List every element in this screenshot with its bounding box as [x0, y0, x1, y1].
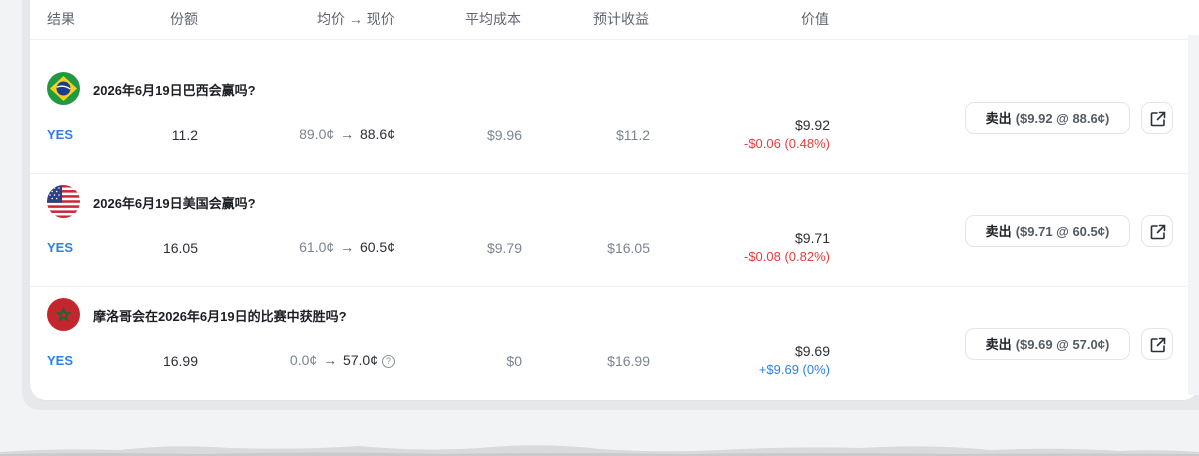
- avg-price: 61.0¢: [299, 239, 335, 255]
- position-value: $9.71: [794, 230, 830, 246]
- header-outcome: 结果: [47, 11, 75, 27]
- market-title[interactable]: 摩洛哥会在2026年6月19日的比赛中获胜吗?: [93, 306, 347, 325]
- sell-label: 卖出: [985, 111, 1012, 126]
- sell-label: 卖出: [985, 224, 1012, 239]
- outcome-label: YES: [47, 127, 74, 142]
- table-row: 摩洛哥会在2026年6月19日的比赛中获胜吗? YES 16.99 0.0¢ →…: [30, 286, 1199, 399]
- avg-price: 0.0¢: [289, 352, 318, 368]
- scrollbar-track[interactable]: [1188, 35, 1199, 395]
- arrow-icon: →: [340, 239, 355, 255]
- sell-detail: ($9.69 @ 57.0¢): [1015, 337, 1110, 352]
- table-row: 2026年6月19日美国会赢吗? YES 16.05 61.0¢ → 60.5¢…: [30, 173, 1199, 287]
- avg-cost-value: $9.79: [486, 240, 522, 256]
- market-title[interactable]: 2026年6月19日巴西会赢吗?: [93, 80, 256, 99]
- external-link-icon: [1150, 111, 1166, 127]
- background-mountain-decoration: [0, 445, 1199, 456]
- shares-value: 16.05: [162, 240, 198, 256]
- header-price: 均价 → 现价: [317, 11, 395, 27]
- arrow-icon: →: [323, 352, 338, 368]
- expected-return-value: $11.2: [616, 127, 650, 143]
- price-cell: 89.0¢ → 88.6¢: [260, 126, 395, 142]
- shares-value: 11.2: [171, 127, 198, 143]
- price-cell: 0.0¢ → 57.0¢?: [257, 352, 395, 368]
- morocco-flag-icon: [47, 298, 80, 331]
- positions-card: 结果 份额 均价 → 现价 平均成本 预计收益 价值 2026年6月19日巴西会…: [30, 0, 1199, 400]
- avg-cost-value: $9.96: [486, 127, 522, 143]
- header-shares: 份额: [170, 11, 198, 27]
- outcome-label: YES: [47, 240, 74, 255]
- sell-button[interactable]: 卖出 ($9.71 @ 60.5¢): [965, 215, 1130, 247]
- header-expected-return: 预计收益: [593, 11, 649, 27]
- arrow-icon: →: [340, 126, 355, 142]
- external-link-icon: [1150, 337, 1166, 353]
- outcome-label: YES: [47, 353, 74, 368]
- help-icon[interactable]: ?: [382, 355, 395, 368]
- market-title[interactable]: 2026年6月19日美国会赢吗?: [93, 193, 256, 212]
- position-value: $9.69: [794, 343, 830, 359]
- shares-value: 16.99: [162, 353, 198, 369]
- current-price: 60.5¢: [359, 239, 395, 255]
- header-value: 价值: [801, 11, 829, 27]
- sell-button[interactable]: 卖出 ($9.69 @ 57.0¢): [965, 328, 1130, 360]
- external-link-button[interactable]: [1141, 102, 1173, 134]
- value-change: -$0.08 (0.82%): [744, 249, 830, 264]
- sell-detail: ($9.92 @ 88.6¢): [1015, 111, 1110, 126]
- external-link-button[interactable]: [1141, 215, 1173, 247]
- current-price: 57.0¢: [342, 352, 378, 368]
- external-link-icon: [1150, 224, 1166, 240]
- sell-label: 卖出: [985, 337, 1012, 352]
- external-link-button[interactable]: [1141, 328, 1173, 360]
- avg-price: 89.0¢: [299, 126, 335, 142]
- brazil-flag-icon: [47, 72, 80, 105]
- value-change: -$0.06 (0.48%): [744, 136, 830, 151]
- expected-return-value: $16.99: [607, 353, 650, 369]
- value-change: +$9.69 (0%): [758, 362, 830, 377]
- position-value: $9.92: [794, 117, 830, 133]
- expected-return-value: $16.05: [607, 240, 650, 256]
- avg-cost-value: $0: [506, 353, 522, 369]
- price-cell: 61.0¢ → 60.5¢: [260, 239, 395, 255]
- table-row: 2026年6月19日巴西会赢吗? YES 11.2 89.0¢ → 88.6¢ …: [30, 60, 1199, 174]
- header-avg-cost: 平均成本: [465, 11, 521, 27]
- current-price: 88.6¢: [359, 126, 395, 142]
- sell-button[interactable]: 卖出 ($9.92 @ 88.6¢): [965, 102, 1130, 134]
- usa-flag-icon: [47, 185, 80, 218]
- table-header: 结果 份额 均价 → 现价 平均成本 预计收益 价值: [30, 0, 1199, 40]
- sell-detail: ($9.71 @ 60.5¢): [1015, 224, 1110, 239]
